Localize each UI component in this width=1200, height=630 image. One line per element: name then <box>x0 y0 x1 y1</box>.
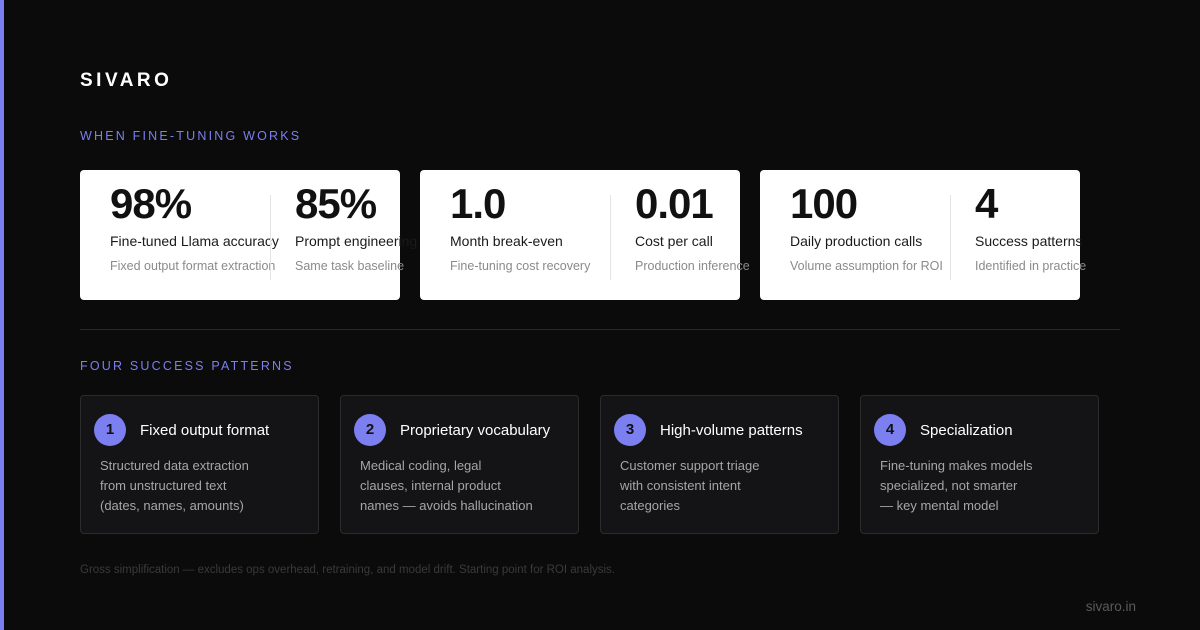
pattern-title: Proprietary vocabulary <box>400 422 551 439</box>
stat-sub: Same task baseline <box>295 259 405 273</box>
description-line: Medical coding, legal <box>360 458 482 473</box>
stat-sub: Fine-tuning cost recovery <box>450 259 591 273</box>
pattern-card-proprietary-vocabulary: 2 Proprietary vocabulary Medical coding,… <box>340 395 579 534</box>
number-badge: 2 <box>354 414 386 446</box>
stat-value: 0.01 <box>635 180 714 227</box>
stat-sub: Production inference <box>635 259 750 273</box>
stat-label: Daily production calls <box>790 233 923 249</box>
brand-logo: SIVARO <box>80 70 173 91</box>
description-line: categories <box>620 498 680 513</box>
number-badge: 3 <box>614 414 646 446</box>
pattern-description: Fine-tuning makes models specialized, no… <box>880 456 1070 516</box>
pattern-card-fixed-output-format: 1 Fixed output format Structured data ex… <box>80 395 319 534</box>
stat-divider <box>950 195 951 280</box>
description-line: names — avoids hallucination <box>360 498 533 513</box>
accent-bar <box>0 0 4 630</box>
description-line: — key mental model <box>880 498 999 513</box>
footnote: Gross simplification — excludes ops over… <box>80 564 615 576</box>
section-divider <box>80 329 1120 330</box>
pattern-description: Customer support triage with consistent … <box>620 456 810 516</box>
stat-sub: Fixed output format extraction <box>110 259 276 273</box>
stat-divider <box>270 195 271 280</box>
stat-label: Month break-even <box>450 233 563 249</box>
stat-value: 98% <box>110 180 192 227</box>
description-line: from unstructured text <box>100 478 227 493</box>
stat-label: Prompt engineering <box>295 233 418 249</box>
stat-card: 1.0 Month break-even Fine-tuning cost re… <box>420 170 750 300</box>
stat-label: Fine-tuned Llama accuracy <box>110 233 279 249</box>
stat-value: 100 <box>790 180 858 227</box>
pattern-card-high-volume-patterns: 3 High-volume patterns Customer support … <box>600 395 839 534</box>
section-label-when-fine-tuning-works: WHEN FINE-TUNING WORKS <box>80 129 302 143</box>
pattern-card-specialization: 4 Specialization Fine-tuning makes model… <box>860 395 1099 534</box>
stat-card: 98% Fine-tuned Llama accuracy Fixed outp… <box>80 170 417 300</box>
stat-label: Cost per call <box>635 233 713 249</box>
description-line: Structured data extraction <box>100 458 249 473</box>
description-line: with consistent intent <box>620 478 741 493</box>
description-line: (dates, names, amounts) <box>100 498 244 513</box>
site-url: sivaro.in <box>1085 599 1136 614</box>
pattern-title: Specialization <box>920 422 1013 439</box>
stat-sub: Volume assumption for ROI <box>790 259 943 273</box>
stat-label: Success patterns <box>975 233 1083 249</box>
stat-sub: Identified in practice <box>975 259 1087 273</box>
section-label-four-success-patterns: FOUR SUCCESS PATTERNS <box>80 359 294 373</box>
number-badge: 1 <box>94 414 126 446</box>
pattern-title: Fixed output format <box>140 422 270 439</box>
stat-value: 4 <box>975 180 998 227</box>
number-badge: 4 <box>874 414 906 446</box>
stat-card: 100 Daily production calls Volume assump… <box>760 170 1086 300</box>
stat-value: 85% <box>295 180 377 227</box>
pattern-description: Medical coding, legal clauses, internal … <box>360 456 550 516</box>
description-line: Fine-tuning makes models <box>880 458 1033 473</box>
stat-divider <box>610 195 611 280</box>
stat-value: 1.0 <box>450 180 506 227</box>
pattern-description: Structured data extraction from unstruct… <box>100 456 290 516</box>
description-line: specialized, not smarter <box>880 478 1018 493</box>
pattern-title: High-volume patterns <box>660 422 803 439</box>
description-line: clauses, internal product <box>360 478 501 493</box>
description-line: Customer support triage <box>620 458 760 473</box>
